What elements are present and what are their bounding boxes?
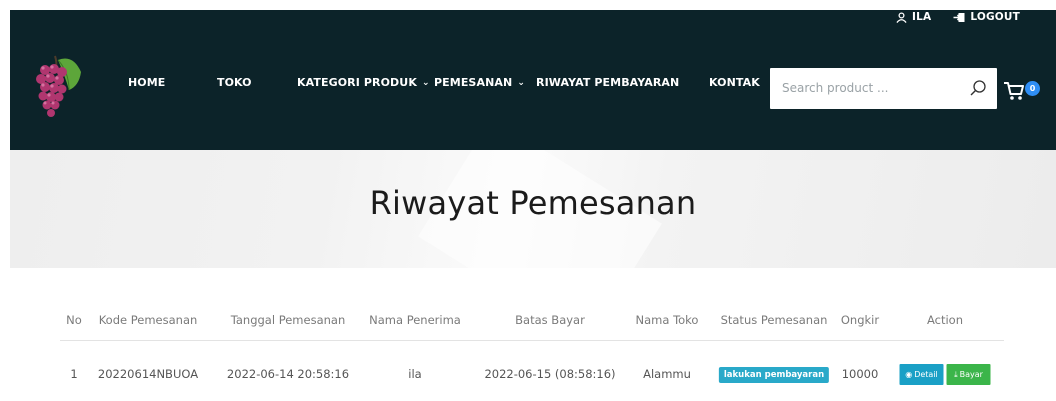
search-box	[770, 68, 997, 109]
col-status-pemesanan: Status Pemesanan	[720, 313, 828, 327]
cart-icon	[1004, 82, 1024, 100]
chevron-down-icon: ⌄	[517, 77, 525, 88]
col-no: No	[66, 313, 82, 327]
logout-label: LOGOUT	[970, 11, 1020, 23]
chevron-down-icon: ⌄	[421, 77, 430, 88]
nav-kontak[interactable]: KONTAK	[709, 76, 760, 89]
table-header-row: No Kode Pemesanan Tanggal Pemesanan Nama…	[60, 300, 1004, 341]
col-nama-penerima: Nama Penerima	[369, 313, 461, 327]
row-actions: ◉ Detail ⤓ Bayar	[899, 354, 991, 394]
row-ongkir: 10000	[841, 367, 879, 381]
row-batas-bayar: 2022-06-15 (08:58:16)	[484, 367, 616, 381]
nav-toko[interactable]: TOKO	[217, 76, 252, 89]
detail-button[interactable]: ◉ Detail	[899, 364, 944, 385]
col-nama-toko: Nama Toko	[635, 313, 699, 327]
table-row: 1 20220614NBUOA 2022-06-14 20:58:16 ila …	[60, 341, 1004, 385]
nav-kategori-produk[interactable]: KATEGORI PRODUK ⌄	[297, 76, 430, 89]
user-menu[interactable]: ILA	[896, 11, 931, 23]
row-kode: 20220614NBUOA	[97, 367, 199, 381]
page-hero: Riwayat Pemesanan	[10, 150, 1056, 268]
logout-link[interactable]: LOGOUT	[953, 11, 1020, 23]
user-icon	[896, 11, 907, 23]
col-ongkir: Ongkir	[840, 313, 880, 327]
row-no: 1	[70, 367, 78, 381]
col-tanggal-pemesanan: Tanggal Pemesanan	[230, 313, 346, 327]
download-icon: ⤓	[954, 369, 958, 379]
row-tanggal: 2022-06-14 20:58:16	[226, 367, 350, 381]
nav-home[interactable]: HOME	[128, 76, 165, 89]
row-status: lakukan pembayaran	[718, 354, 830, 394]
user-name: ILA	[911, 11, 932, 23]
bayar-button[interactable]: ⤓ Bayar	[946, 364, 991, 385]
row-toko: Alammu	[643, 367, 691, 381]
nav-riwayat-pembayaran[interactable]: RIWAYAT PEMBAYARAN	[536, 76, 679, 89]
grape-logo-icon[interactable]	[31, 50, 83, 120]
col-batas-bayar: Batas Bayar	[515, 313, 585, 327]
cart-count-badge: 0	[1025, 81, 1040, 96]
search-input[interactable]	[780, 80, 964, 96]
row-penerima: ila	[408, 367, 422, 381]
orders-table: No Kode Pemesanan Tanggal Pemesanan Nama…	[60, 300, 1004, 385]
col-kode-pemesanan: Kode Pemesanan	[98, 313, 198, 327]
eye-icon: ◉	[905, 370, 913, 379]
page-title: Riwayat Pemesanan	[369, 184, 697, 222]
user-links: ILA LOGOUT	[896, 11, 1020, 23]
col-action: Action	[926, 313, 964, 327]
search-icon[interactable]	[969, 79, 987, 97]
top-navbar: ILA LOGOUT HOME TOKO KATEGORI PRODUK ⌄ PE…	[10, 10, 1056, 150]
cart-button[interactable]: 0	[1003, 78, 1043, 104]
status-badge: lakukan pembayaran	[718, 366, 830, 383]
logout-icon	[953, 12, 965, 22]
nav-pemesanan[interactable]: PEMESANAN ⌄	[434, 76, 525, 89]
